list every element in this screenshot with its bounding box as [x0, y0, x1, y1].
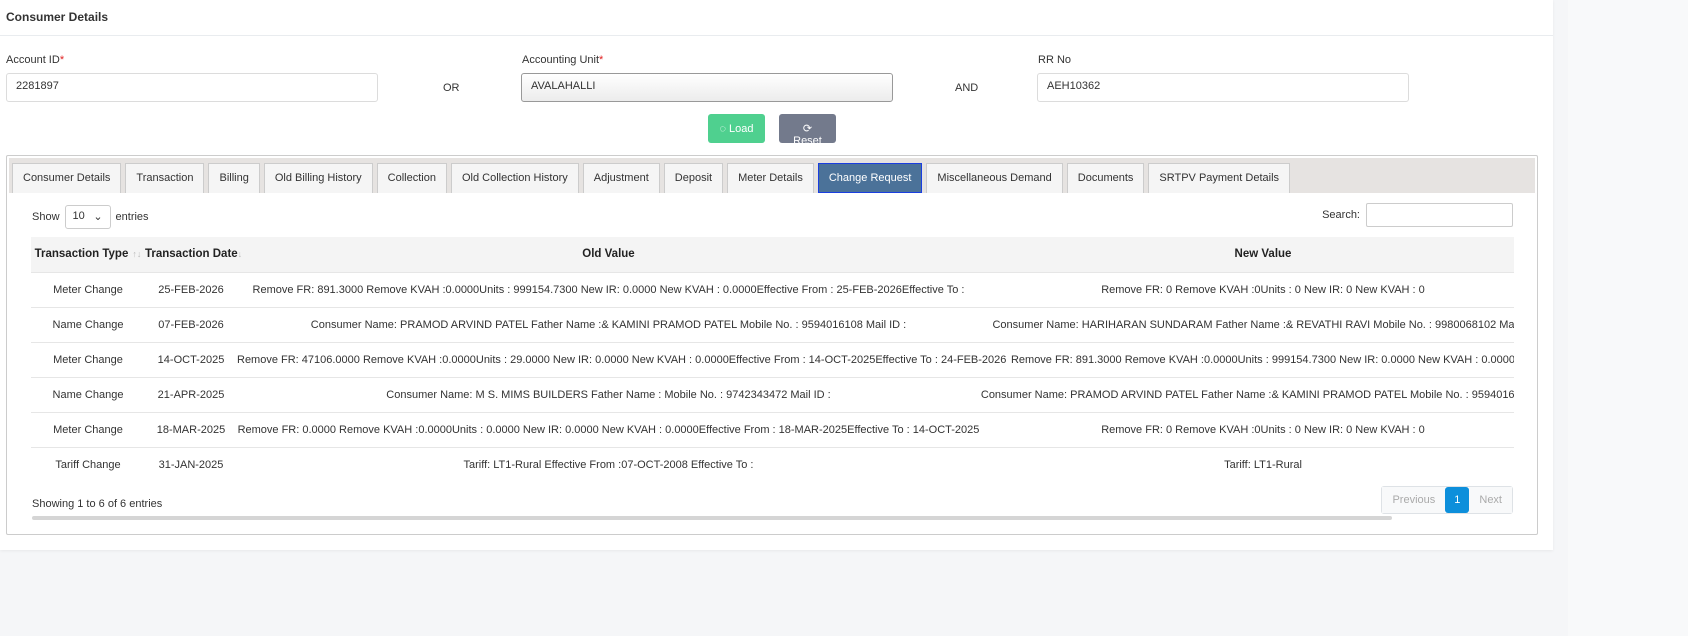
tab-miscellaneous-demand[interactable]: Miscellaneous Demand	[926, 163, 1063, 193]
tab-billing[interactable]: Billing	[208, 163, 260, 193]
transaction-type-cell: Meter Change	[31, 341, 145, 377]
table-wrapper: Transaction Type ↑↓ Transaction Date↓ Old…	[31, 237, 1514, 482]
tab-old-billing-history[interactable]: Old Billing History	[263, 163, 373, 193]
tab-adjustment[interactable]: Adjustment	[582, 163, 660, 193]
accounting-unit-label: Accounting Unit*	[522, 54, 604, 66]
search-input[interactable]	[1366, 203, 1513, 227]
transaction-type-cell: Tariff Change	[31, 446, 145, 482]
sort-desc-icon: ↓	[237, 249, 243, 260]
old-value-cell: Tariff: LT1-Rural Effective From :07-OCT…	[237, 446, 980, 482]
transaction-date-cell: 14-OCT-2025	[145, 341, 237, 377]
table-row: Name Change 21-APR-2025 Consumer Name: M S…	[31, 376, 1514, 412]
search-control: Search:	[1322, 203, 1513, 227]
refresh-icon: ⟳	[802, 123, 813, 135]
next-button[interactable]: Next	[1469, 487, 1512, 513]
old-value-cell: Remove FR: 891.3000 Remove KVAH :0.0000U…	[237, 271, 980, 307]
transaction-type-cell: Meter Change	[31, 271, 145, 307]
rr-no-label: RR No	[1038, 54, 1072, 66]
pagination: Previous 1 Next	[1381, 486, 1513, 514]
column-transaction-date[interactable]: Transaction Date↓	[145, 237, 242, 272]
table-row: Name Change 07-FEB-2026 Consumer Name: PRA…	[31, 306, 1514, 342]
search-label: Search:	[1322, 209, 1360, 221]
tab-documents[interactable]: Documents	[1066, 163, 1145, 193]
tab-old-collection-history[interactable]: Old Collection History	[450, 163, 579, 193]
entries-select[interactable]: 10 ⌄	[64, 205, 111, 229]
transaction-date-cell: 21-APR-2025	[145, 376, 237, 412]
tab-change-request[interactable]: Change Request	[817, 163, 923, 193]
spinner-icon: ◌	[719, 122, 730, 135]
tab-consumer-details[interactable]: Consumer Details	[12, 163, 122, 193]
transaction-date-cell: 07-FEB-2026	[145, 306, 237, 342]
page-title: Consumer Details	[0, 0, 1553, 36]
sort-icon: ↑↓	[132, 249, 142, 260]
transaction-date-cell: 25-FEB-2026	[145, 271, 237, 307]
column-old-value[interactable]: Old Value	[237, 237, 980, 272]
show-label: Show	[32, 211, 60, 223]
table-info: Showing 1 to 6 of 6 entries	[32, 498, 163, 510]
tab-collection[interactable]: Collection	[376, 163, 447, 193]
new-value-cell: Remove FR: 891.3000 Remove KVAH :0.0000U…	[980, 341, 1514, 377]
entries-label: entries	[115, 211, 149, 223]
transaction-type-cell: Name Change	[31, 306, 145, 342]
transaction-type-cell: Name Change	[31, 376, 145, 412]
page-1-button[interactable]: 1	[1445, 487, 1470, 513]
and-label: AND	[955, 82, 979, 94]
new-value-cell: Remove FR: 0 Remove KVAH :0Units : 0 New…	[980, 271, 1514, 307]
transaction-type-cell: Meter Change	[31, 411, 145, 447]
old-value-cell: Remove FR: 47106.0000 Remove KVAH :0.000…	[237, 341, 1006, 377]
table-row: Meter Change 18-MAR-2025 Remove FR: 0.0000…	[31, 411, 1514, 447]
tab-srtpv-payment-details[interactable]: SRTPV Payment Details	[1148, 163, 1291, 193]
tab-meter-details[interactable]: Meter Details	[727, 163, 814, 193]
new-value-cell: Consumer Name: PRAMOD ARVIND PATEL Fathe…	[980, 376, 1514, 412]
entries-value: 10	[72, 210, 85, 222]
tab-transaction[interactable]: Transaction	[125, 163, 205, 193]
old-value-cell: Consumer Name: M S. MIMS BUILDERS Father…	[237, 376, 980, 412]
consumer-details-card: Consumer Details Account ID* 2281897 OR …	[0, 0, 1553, 550]
entries-length-control: Show 10 ⌄ entries	[32, 205, 149, 229]
reset-button[interactable]: ⟳ Reset	[779, 114, 836, 147]
horizontal-scrollbar[interactable]	[32, 516, 1392, 520]
old-value-cell: Remove FR: 0.0000 Remove KVAH :0.0000Uni…	[237, 411, 980, 447]
old-value-cell: Consumer Name: PRAMOD ARVIND PATEL Fathe…	[237, 306, 980, 342]
tabs-panel: Consumer Details Transaction Billing Old Bi…	[6, 155, 1538, 535]
rr-no-input[interactable]: AEH10362	[1037, 73, 1409, 102]
accounting-unit-select[interactable]: AVALAHALLI	[521, 73, 893, 102]
table-row: Meter Change 14-OCT-2025 Remove FR: 47106.…	[31, 341, 1514, 377]
previous-button[interactable]: Previous	[1382, 487, 1446, 513]
new-value-cell: Tariff: LT1-Rural	[980, 446, 1514, 482]
account-id-label: Account ID*	[6, 54, 65, 66]
tab-bar: Consumer Details Transaction Billing Old Bi…	[9, 158, 1535, 193]
chevron-down-icon: ⌄	[93, 211, 103, 223]
table-row: Tariff Change 31-JAN-2025 Tariff: LT1-Rura…	[31, 446, 1514, 482]
account-id-input[interactable]: 2281897	[6, 73, 378, 102]
new-value-cell: Consumer Name: HARIHARAN SUNDARAM Father…	[980, 306, 1514, 342]
tab-deposit[interactable]: Deposit	[663, 163, 724, 193]
table-row: Meter Change 25-FEB-2026 Remove FR: 891.30…	[31, 271, 1514, 307]
column-new-value[interactable]: New Value	[980, 237, 1514, 272]
or-label: OR	[443, 82, 460, 94]
transaction-date-cell: 18-MAR-2025	[145, 411, 237, 447]
change-request-table: Transaction Type ↑↓ Transaction Date↓ Old…	[31, 237, 1514, 482]
page-right-margin	[1568, 0, 1688, 636]
column-transaction-type[interactable]: Transaction Type ↑↓	[31, 237, 145, 272]
load-button[interactable]: ◌ Load	[708, 114, 765, 143]
new-value-cell: Remove FR: 0 Remove KVAH :0Units : 0 New…	[980, 411, 1514, 447]
transaction-date-cell: 31-JAN-2025	[145, 446, 237, 482]
